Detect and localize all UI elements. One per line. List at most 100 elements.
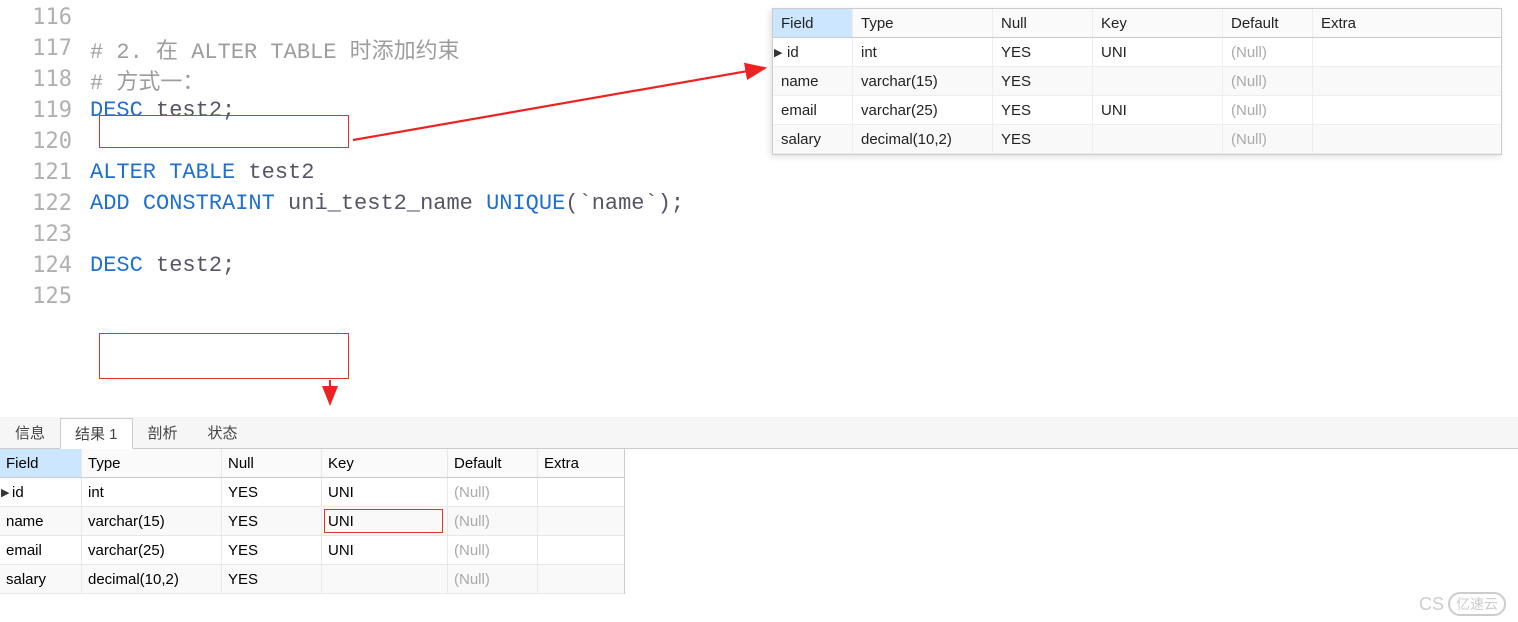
cell: name — [0, 507, 82, 535]
col-header[interactable]: Key — [1093, 9, 1223, 37]
cell — [1313, 125, 1501, 153]
result-table-body: idintYESUNI(Null)▶namevarchar(15)YESUNI(… — [0, 478, 624, 594]
row-marker-icon: ▶ — [774, 46, 782, 59]
tab-1[interactable]: 结果 1 — [60, 418, 133, 449]
cell — [1313, 96, 1501, 124]
result-table[interactable]: FieldTypeNullKeyDefaultExtra idintYESUNI… — [0, 449, 625, 594]
cell: UNI — [322, 478, 448, 506]
result-table-header: FieldTypeNullKeyDefaultExtra — [0, 449, 624, 478]
cell: (Null) — [448, 536, 538, 564]
cell — [538, 507, 620, 535]
cell — [538, 565, 620, 593]
highlight-cell-box — [324, 509, 443, 533]
watermark-brand: 亿速云 — [1448, 592, 1506, 616]
col-header[interactable]: Extra — [538, 449, 620, 477]
line-number: 118 — [0, 67, 90, 92]
tab-2[interactable]: 剖析 — [133, 417, 193, 448]
float-desc-table[interactable]: FieldTypeNullKeyDefaultExtra idintYESUNI… — [772, 8, 1502, 155]
line-number: 119 — [0, 98, 90, 123]
col-header[interactable]: Extra — [1313, 9, 1501, 37]
float-table-body: idintYESUNI(Null)▶namevarchar(15)YES(Nul… — [773, 38, 1501, 154]
cell — [1093, 125, 1223, 153]
col-header[interactable]: Default — [448, 449, 538, 477]
line-number: 125 — [0, 284, 90, 309]
tab-3[interactable]: 状态 — [193, 417, 253, 448]
col-header[interactable]: Key — [322, 449, 448, 477]
cell — [538, 478, 620, 506]
cell: YES — [993, 125, 1093, 153]
col-header[interactable]: Type — [853, 9, 993, 37]
cell: id — [0, 478, 82, 506]
row-marker-icon: ▶ — [1, 486, 9, 499]
cell: varchar(25) — [853, 96, 993, 124]
code-line[interactable]: 122ADD CONSTRAINT uni_test2_name UNIQUE(… — [0, 188, 1518, 219]
code-content: # 2. 在 ALTER TABLE 时添加约束 — [90, 33, 460, 65]
cell: int — [853, 38, 993, 66]
cell: YES — [222, 565, 322, 593]
cell: UNI — [1093, 38, 1223, 66]
code-content: ALTER TABLE test2 — [90, 160, 314, 185]
cell: decimal(10,2) — [82, 565, 222, 593]
cell — [322, 565, 448, 593]
cell: name — [773, 67, 853, 95]
cell: id — [773, 38, 853, 66]
result-tabs[interactable]: 信息结果 1剖析状态 — [0, 417, 1518, 449]
col-header[interactable]: Field — [773, 9, 853, 37]
cell — [1313, 67, 1501, 95]
cell: (Null) — [1223, 67, 1313, 95]
cell: UNI — [322, 507, 448, 535]
code-content: # 方式一： — [90, 64, 204, 96]
cell: (Null) — [448, 478, 538, 506]
cell: YES — [993, 38, 1093, 66]
col-header[interactable]: Null — [222, 449, 322, 477]
cell — [538, 536, 620, 564]
cell: YES — [222, 507, 322, 535]
cell: varchar(15) — [82, 507, 222, 535]
line-number: 121 — [0, 160, 90, 185]
code-content: DESC test2; — [90, 98, 235, 123]
code-content: DESC test2; — [90, 253, 235, 278]
table-row[interactable]: salarydecimal(10,2)YES (Null) — [0, 565, 624, 594]
cell: salary — [0, 565, 82, 593]
line-number: 117 — [0, 36, 90, 61]
col-header[interactable]: Default — [1223, 9, 1313, 37]
line-number: 116 — [0, 5, 90, 30]
table-row[interactable]: emailvarchar(25)YESUNI(Null) — [773, 96, 1501, 125]
cell — [1093, 67, 1223, 95]
cell: UNI — [1093, 96, 1223, 124]
tab-0[interactable]: 信息 — [0, 417, 60, 448]
cell: YES — [222, 478, 322, 506]
highlight-box-2 — [99, 333, 349, 379]
cell: salary — [773, 125, 853, 153]
line-number: 123 — [0, 222, 90, 247]
cell — [1313, 38, 1501, 66]
col-header[interactable]: Null — [993, 9, 1093, 37]
table-row[interactable]: idintYESUNI(Null) ▶ — [0, 478, 624, 507]
code-line[interactable]: 123 — [0, 219, 1518, 250]
cell: (Null) — [448, 507, 538, 535]
line-number: 120 — [0, 129, 90, 154]
cell: YES — [993, 96, 1093, 124]
code-line[interactable]: 121ALTER TABLE test2 — [0, 157, 1518, 188]
cell: UNI — [322, 536, 448, 564]
line-number: 122 — [0, 191, 90, 216]
table-row[interactable]: emailvarchar(25)YESUNI(Null) — [0, 536, 624, 565]
watermark-small: CS — [1419, 594, 1444, 615]
cell: email — [773, 96, 853, 124]
line-number: 124 — [0, 253, 90, 278]
cell: (Null) — [1223, 38, 1313, 66]
table-row[interactable]: salarydecimal(10,2)YES(Null) — [773, 125, 1501, 154]
code-line[interactable]: 124DESC test2; — [0, 250, 1518, 281]
code-content: ADD CONSTRAINT uni_test2_name UNIQUE(`na… — [90, 191, 684, 216]
cell: int — [82, 478, 222, 506]
table-row[interactable]: idintYESUNI(Null) ▶ — [773, 38, 1501, 67]
col-header[interactable]: Field — [0, 449, 82, 477]
float-table-header: FieldTypeNullKeyDefaultExtra — [773, 9, 1501, 38]
col-header[interactable]: Type — [82, 449, 222, 477]
table-row[interactable]: namevarchar(15)YES(Null) — [773, 67, 1501, 96]
cell: (Null) — [1223, 125, 1313, 153]
cell: YES — [993, 67, 1093, 95]
table-row[interactable]: namevarchar(15)YESUNI(Null) — [0, 507, 624, 536]
code-line[interactable]: 125 — [0, 281, 1518, 312]
cell: (Null) — [448, 565, 538, 593]
